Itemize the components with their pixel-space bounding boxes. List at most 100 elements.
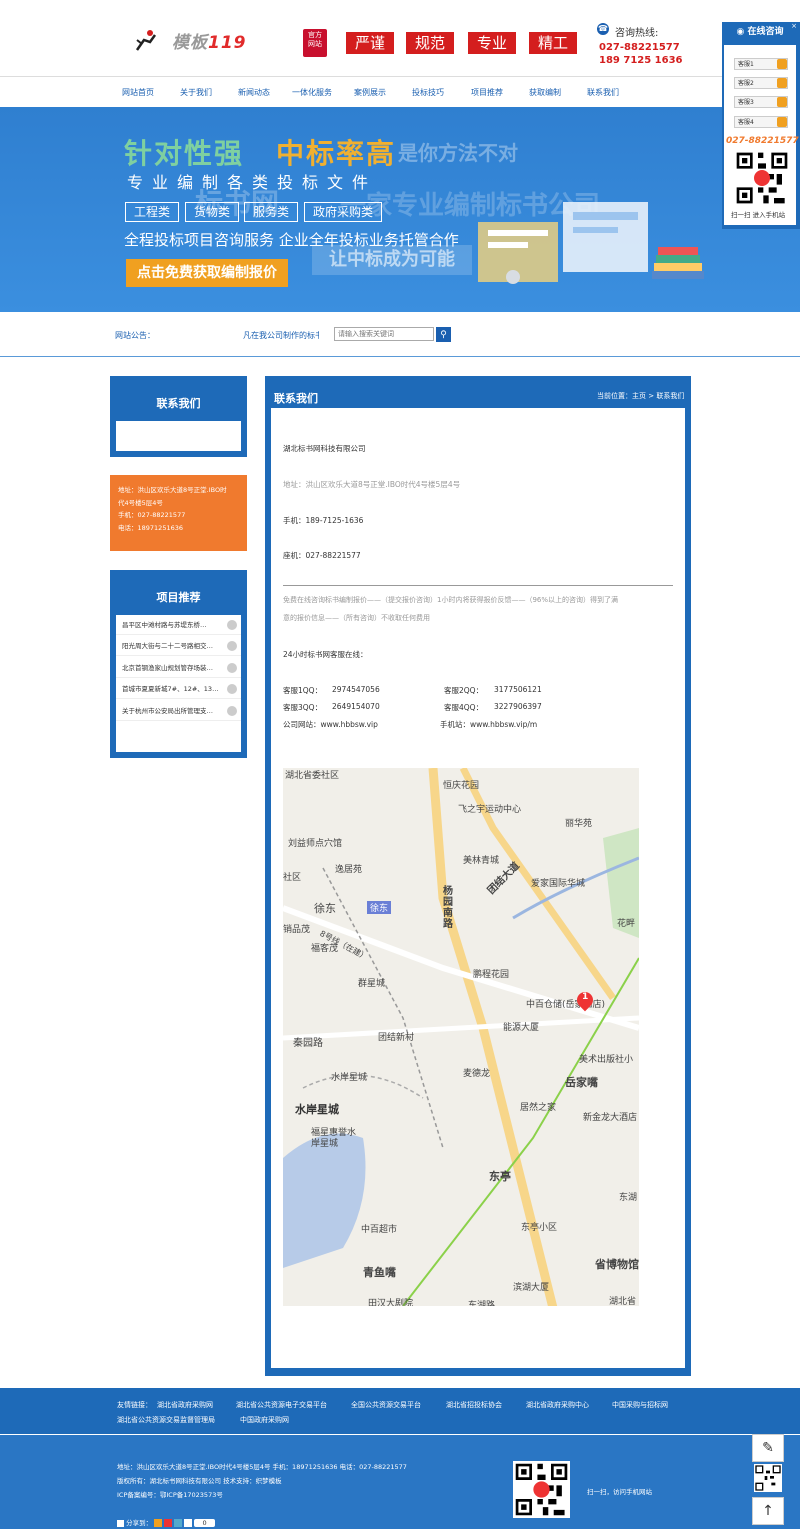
location-map[interactable]: 湖北省委社区 恒庆花园 飞之宇运动中心 丽华苑 刘益师点穴馆 逸居苑 美林青城 … (283, 768, 639, 1306)
float-qr-code-icon (734, 150, 790, 206)
get-quote-button[interactable]: 点击免费获取编制报价 (126, 259, 288, 287)
friend-link[interactable]: 中国采购与招标网 (612, 1400, 668, 1410)
edit-icon[interactable]: ✎ (752, 1434, 784, 1462)
friend-link[interactable]: 全国公共资源交易平台 (351, 1400, 421, 1410)
friend-link[interactable]: 中国政府采购网 (240, 1415, 289, 1425)
friend-link[interactable]: 湖北省政府采购网 (157, 1400, 213, 1410)
site-header: 模板119 官方 网站 严谨 规范 专业 精工 ☎ 咨询热线: 027-88221… (0, 0, 800, 76)
logo-text[interactable]: 模板119 (172, 28, 247, 53)
banner-ghost-text: 是你方法不对 (398, 141, 518, 165)
search-button[interactable]: ⚲ (436, 327, 451, 342)
company-website[interactable]: 公司网站：www.hbbsw.vip (283, 719, 378, 730)
footer-copyright: 版权所有：湖北标书网科技有限公司 技术支持：织梦模板 (117, 1477, 282, 1485)
service-heading: 24小时标书网客服在线： (283, 650, 368, 659)
map-marker-label: 1 (582, 992, 589, 1002)
sidebar-contact-info: 地址：洪山区欢乐大道8号正堂.IBO时 代4号楼5层4号 手机：027-8822… (110, 475, 247, 551)
nav-contact[interactable]: 联系我们 (587, 87, 619, 98)
qq-label: 客服4QQ： (444, 703, 484, 712)
official-seal: 官方 网站 (303, 29, 327, 57)
search-icon: ⚲ (440, 329, 447, 339)
qr-code-icon (513, 1461, 570, 1518)
qq-value[interactable]: 3227906397 (494, 702, 542, 711)
qzone-icon[interactable] (164, 1519, 173, 1527)
breadcrumb[interactable]: 当前位置：主页 > 联系我们 (597, 391, 684, 401)
banner-illustration (478, 202, 704, 284)
sidebar-contact-box: 联系我们 (110, 376, 247, 457)
share-count: 0 (194, 1519, 215, 1527)
qq-label: 客服1QQ： (283, 686, 323, 695)
nav-tips[interactable]: 投标技巧 (412, 87, 444, 98)
close-icon[interactable]: × (790, 22, 798, 30)
online-consult-title[interactable]: ◉ 在线咨询 (722, 22, 798, 42)
banner-headline-a: 针对性强 (124, 137, 245, 170)
tag-precise: 精工 (529, 32, 577, 54)
rec-item[interactable]: 昌平区中滩村路与苏堤东桥… (116, 615, 241, 635)
page-title: 联系我们 (274, 392, 318, 405)
rec-item[interactable]: 关于杭州市公安局出所管理支… (116, 701, 241, 721)
friend-link[interactable]: 湖北省公共资源交易监督管理局 (117, 1415, 215, 1425)
banner-pill-procurement: 政府采购类 (304, 202, 382, 222)
company-landline: 座机：027-88221577 (283, 551, 361, 560)
main-nav: 网站首页 关于我们 新闻动态 一体化服务 案例展示 投标技巧 项目推荐 获取编制… (0, 76, 800, 107)
links-label: 友情链接： (117, 1401, 152, 1409)
banner-pill-engineering: 工程类 (125, 202, 179, 222)
float-phone: 027-88221577 (726, 136, 799, 146)
friend-link[interactable]: 湖北省公共资源电子交易平台 (236, 1400, 327, 1410)
float-scan-text: 扫一扫 进入手机站 (731, 211, 786, 219)
rec-item[interactable]: 北京首钢渔家山规划管存场装… (116, 658, 241, 678)
company-mobile: 手机：189-7125-1636 (283, 516, 364, 525)
qq-value[interactable]: 3177506121 (494, 685, 542, 694)
friend-link[interactable]: 湖北省招投标协会 (446, 1400, 502, 1410)
qq-label: 客服2QQ： (444, 686, 484, 695)
eye-icon: ◉ (736, 27, 748, 37)
arrow-icon (227, 663, 237, 673)
logo-icon (135, 30, 157, 51)
rec-item[interactable]: 阳光周大街与二十二号路相交… (116, 636, 241, 656)
free-quote-text-1: 免费在线咨询标书编制报价——（提交报价咨询）1小时内将获得报价反馈——（96%以… (283, 596, 619, 604)
banner-headline-b: 中标率高 (276, 137, 397, 170)
tencent-icon[interactable] (174, 1519, 183, 1527)
notice-text[interactable]: 凡在我公司制作的标书 (243, 330, 319, 341)
weibo-icon[interactable] (154, 1519, 163, 1527)
free-quote-text-2: 意的报价信息——（所有咨询）不收取任何费用 (283, 614, 430, 622)
nav-about[interactable]: 关于我们 (180, 87, 212, 98)
renren-icon[interactable] (184, 1519, 193, 1527)
arrow-icon (227, 706, 237, 716)
nav-home[interactable]: 网站首页 (122, 87, 154, 98)
back-to-top-icon[interactable]: ↑ (752, 1497, 784, 1525)
banner-pill-services: 服务类 (244, 202, 298, 222)
friend-links: 友情链接： 湖北省政府采购网 湖北省公共资源电子交易平台 全国公共资源交易平台 … (0, 1388, 800, 1434)
sidebar-recommend-title: 项目推荐 (156, 591, 201, 604)
qq-icon (777, 78, 787, 88)
hero-banner[interactable]: 标书网 一家专业编制标书公司 针对性强 中标率高 是你方法不对 专业编制各类投标… (0, 107, 800, 312)
arrow-icon (227, 620, 237, 630)
share-bar: 分享到： 0 (117, 1517, 215, 1527)
rec-item[interactable]: 首城市夏夏新城7#、12#、13… (116, 679, 241, 699)
tag-standard: 规范 (406, 32, 454, 54)
qq-icon (777, 59, 787, 69)
site-footer: 地址：洪山区欢乐大道8号正堂.IBO时代4号楼5层4号 手机：189712516… (0, 1435, 800, 1529)
sidebar-contact-inner (116, 421, 241, 451)
banner-slogan: 让中标成为可能 (312, 245, 472, 275)
company-address: 地址：洪山区欢乐大道8号正堂.IBO时代4号楼5层4号 (283, 480, 461, 489)
tag-rigorous: 严谨 (346, 32, 394, 54)
company-name: 湖北标书网科技有限公司 (283, 444, 366, 453)
qq-value[interactable]: 2974547056 (332, 685, 380, 694)
qr-caption: 扫一扫，访问手机网站 (587, 1488, 652, 1496)
qq-value[interactable]: 2649154070 (332, 702, 380, 711)
nav-get-quote[interactable]: 获取编制 (529, 87, 561, 98)
notice-label: 网站公告： (115, 331, 155, 340)
phone-icon: ☎ (597, 23, 609, 35)
search-input[interactable] (334, 327, 434, 341)
divider (283, 585, 673, 586)
mobile-website[interactable]: 手机站：www.hbbsw.vip/m (440, 719, 537, 730)
nav-service[interactable]: 一体化服务 (292, 87, 332, 98)
footer-icp[interactable]: ICP备案编号：鄂ICP备17023573号 (117, 1489, 223, 1499)
hotline-numbers: 027-88221577 189 7125 1636 (599, 42, 683, 66)
side-qr-code-icon[interactable] (754, 1464, 782, 1492)
friend-link[interactable]: 湖北省政府采购中心 (526, 1400, 589, 1410)
nav-cases[interactable]: 案例展示 (354, 87, 386, 98)
nav-news[interactable]: 新闻动态 (238, 87, 270, 98)
nav-projects[interactable]: 项目推荐 (471, 87, 503, 98)
qq-icon (777, 97, 787, 107)
